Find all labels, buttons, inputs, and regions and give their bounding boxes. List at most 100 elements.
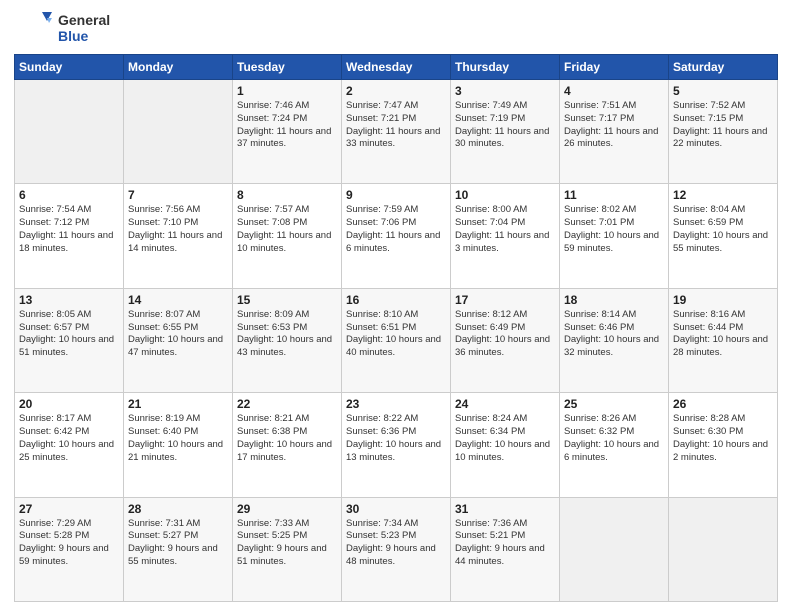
calendar-cell	[15, 80, 124, 184]
day-number: 8	[237, 188, 337, 202]
cell-info: Sunrise: 8:09 AMSunset: 6:53 PMDaylight:…	[237, 309, 337, 360]
cell-info: Sunrise: 7:31 AMSunset: 5:27 PMDaylight:…	[128, 518, 228, 569]
cell-info: Sunrise: 7:46 AMSunset: 7:24 PMDaylight:…	[237, 100, 337, 151]
calendar-cell	[560, 497, 669, 601]
cell-info: Sunrise: 8:04 AMSunset: 6:59 PMDaylight:…	[673, 204, 773, 255]
logo-general: General	[58, 12, 110, 28]
day-number: 4	[564, 84, 664, 98]
cell-info: Sunrise: 8:17 AMSunset: 6:42 PMDaylight:…	[19, 413, 119, 464]
cell-info: Sunrise: 8:26 AMSunset: 6:32 PMDaylight:…	[564, 413, 664, 464]
calendar-cell: 10 Sunrise: 8:00 AMSunset: 7:04 PMDayligh…	[451, 184, 560, 288]
calendar-cell: 22 Sunrise: 8:21 AMSunset: 6:38 PMDayligh…	[233, 393, 342, 497]
calendar-cell: 11 Sunrise: 8:02 AMSunset: 7:01 PMDayligh…	[560, 184, 669, 288]
cell-info: Sunrise: 8:22 AMSunset: 6:36 PMDaylight:…	[346, 413, 446, 464]
cell-info: Sunrise: 8:02 AMSunset: 7:01 PMDaylight:…	[564, 204, 664, 255]
cell-info: Sunrise: 7:29 AMSunset: 5:28 PMDaylight:…	[19, 518, 119, 569]
calendar-cell: 6Sunrise: 7:54 AMSunset: 7:12 PMDaylight…	[15, 184, 124, 288]
calendar-cell: 28 Sunrise: 7:31 AMSunset: 5:27 PMDayligh…	[124, 497, 233, 601]
cell-info: Sunrise: 8:05 AMSunset: 6:57 PMDaylight:…	[19, 309, 119, 360]
calendar-cell: 24 Sunrise: 8:24 AMSunset: 6:34 PMDayligh…	[451, 393, 560, 497]
weekday-saturday: Saturday	[669, 55, 778, 80]
weekday-header-row: SundayMondayTuesdayWednesdayThursdayFrid…	[15, 55, 778, 80]
cell-info: Sunrise: 7:33 AMSunset: 5:25 PMDaylight:…	[237, 518, 337, 569]
calendar-cell: 19 Sunrise: 8:16 AMSunset: 6:44 PMDayligh…	[669, 288, 778, 392]
day-number: 13	[19, 293, 119, 307]
cell-info: Sunrise: 7:57 AMSunset: 7:08 PMDaylight:…	[237, 204, 337, 255]
day-number: 22	[237, 397, 337, 411]
cell-info: Sunrise: 8:28 AMSunset: 6:30 PMDaylight:…	[673, 413, 773, 464]
day-number: 29	[237, 502, 337, 516]
day-number: 11	[564, 188, 664, 202]
calendar-cell: 5 Sunrise: 7:52 AMSunset: 7:15 PMDaylight…	[669, 80, 778, 184]
calendar-cell: 26 Sunrise: 8:28 AMSunset: 6:30 PMDayligh…	[669, 393, 778, 497]
cell-info: Sunrise: 8:00 AMSunset: 7:04 PMDaylight:…	[455, 204, 555, 255]
cell-info: Sunrise: 7:47 AMSunset: 7:21 PMDaylight:…	[346, 100, 446, 151]
day-number: 19	[673, 293, 773, 307]
day-number: 30	[346, 502, 446, 516]
cell-info: Sunrise: 8:14 AMSunset: 6:46 PMDaylight:…	[564, 309, 664, 360]
cell-info: Sunrise: 7:51 AMSunset: 7:17 PMDaylight:…	[564, 100, 664, 151]
day-number: 17	[455, 293, 555, 307]
weekday-monday: Monday	[124, 55, 233, 80]
day-number: 26	[673, 397, 773, 411]
page-header: GeneralBlue	[14, 10, 778, 46]
calendar-cell: 7 Sunrise: 7:56 AMSunset: 7:10 PMDaylight…	[124, 184, 233, 288]
day-number: 24	[455, 397, 555, 411]
cell-info: Sunrise: 8:24 AMSunset: 6:34 PMDaylight:…	[455, 413, 555, 464]
weekday-friday: Friday	[560, 55, 669, 80]
calendar-cell	[669, 497, 778, 601]
weekday-sunday: Sunday	[15, 55, 124, 80]
week-row-4: 20 Sunrise: 8:17 AMSunset: 6:42 PMDayligh…	[15, 393, 778, 497]
weekday-thursday: Thursday	[451, 55, 560, 80]
calendar-cell: 13 Sunrise: 8:05 AMSunset: 6:57 PMDayligh…	[15, 288, 124, 392]
week-row-2: 6Sunrise: 7:54 AMSunset: 7:12 PMDaylight…	[15, 184, 778, 288]
calendar-cell: 21Sunrise: 8:19 AMSunset: 6:40 PMDayligh…	[124, 393, 233, 497]
day-number: 10	[455, 188, 555, 202]
day-number: 28	[128, 502, 228, 516]
day-number: 5	[673, 84, 773, 98]
day-number: 9	[346, 188, 446, 202]
day-number: 31	[455, 502, 555, 516]
week-row-5: 27Sunrise: 7:29 AMSunset: 5:28 PMDayligh…	[15, 497, 778, 601]
calendar-cell: 9 Sunrise: 7:59 AMSunset: 7:06 PMDaylight…	[342, 184, 451, 288]
calendar-cell: 12 Sunrise: 8:04 AMSunset: 6:59 PMDayligh…	[669, 184, 778, 288]
calendar-cell: 16 Sunrise: 8:10 AMSunset: 6:51 PMDayligh…	[342, 288, 451, 392]
day-number: 16	[346, 293, 446, 307]
cell-info: Sunrise: 7:34 AMSunset: 5:23 PMDaylight:…	[346, 518, 446, 569]
calendar-cell: 2Sunrise: 7:47 AMSunset: 7:21 PMDaylight…	[342, 80, 451, 184]
calendar-cell: 8 Sunrise: 7:57 AMSunset: 7:08 PMDaylight…	[233, 184, 342, 288]
day-number: 12	[673, 188, 773, 202]
calendar-cell: 14 Sunrise: 8:07 AMSunset: 6:55 PMDayligh…	[124, 288, 233, 392]
day-number: 18	[564, 293, 664, 307]
cell-info: Sunrise: 8:21 AMSunset: 6:38 PMDaylight:…	[237, 413, 337, 464]
cell-info: Sunrise: 8:12 AMSunset: 6:49 PMDaylight:…	[455, 309, 555, 360]
weekday-tuesday: Tuesday	[233, 55, 342, 80]
calendar-cell: 29 Sunrise: 7:33 AMSunset: 5:25 PMDayligh…	[233, 497, 342, 601]
calendar-cell: 27Sunrise: 7:29 AMSunset: 5:28 PMDayligh…	[15, 497, 124, 601]
logo-icon	[14, 10, 54, 46]
cell-info: Sunrise: 8:19 AMSunset: 6:40 PMDaylight:…	[128, 413, 228, 464]
day-number: 6	[19, 188, 119, 202]
calendar-cell: 18 Sunrise: 8:14 AMSunset: 6:46 PMDayligh…	[560, 288, 669, 392]
calendar-cell: 23 Sunrise: 8:22 AMSunset: 6:36 PMDayligh…	[342, 393, 451, 497]
cell-info: Sunrise: 7:52 AMSunset: 7:15 PMDaylight:…	[673, 100, 773, 151]
cell-info: Sunrise: 8:16 AMSunset: 6:44 PMDaylight:…	[673, 309, 773, 360]
day-number: 14	[128, 293, 228, 307]
calendar-cell: 1Sunrise: 7:46 AMSunset: 7:24 PMDaylight…	[233, 80, 342, 184]
calendar-cell: 25 Sunrise: 8:26 AMSunset: 6:32 PMDayligh…	[560, 393, 669, 497]
day-number: 7	[128, 188, 228, 202]
week-row-3: 13 Sunrise: 8:05 AMSunset: 6:57 PMDayligh…	[15, 288, 778, 392]
calendar-cell: 4 Sunrise: 7:51 AMSunset: 7:17 PMDaylight…	[560, 80, 669, 184]
cell-info: Sunrise: 7:59 AMSunset: 7:06 PMDaylight:…	[346, 204, 446, 255]
calendar-cell	[124, 80, 233, 184]
day-number: 20	[19, 397, 119, 411]
calendar-cell: 3Sunrise: 7:49 AMSunset: 7:19 PMDaylight…	[451, 80, 560, 184]
week-row-1: 1Sunrise: 7:46 AMSunset: 7:24 PMDaylight…	[15, 80, 778, 184]
cell-info: Sunrise: 8:07 AMSunset: 6:55 PMDaylight:…	[128, 309, 228, 360]
calendar-cell: 30 Sunrise: 7:34 AMSunset: 5:23 PMDayligh…	[342, 497, 451, 601]
cell-info: Sunrise: 8:10 AMSunset: 6:51 PMDaylight:…	[346, 309, 446, 360]
day-number: 23	[346, 397, 446, 411]
cell-info: Sunrise: 7:56 AMSunset: 7:10 PMDaylight:…	[128, 204, 228, 255]
day-number: 25	[564, 397, 664, 411]
logo: GeneralBlue	[14, 10, 110, 46]
